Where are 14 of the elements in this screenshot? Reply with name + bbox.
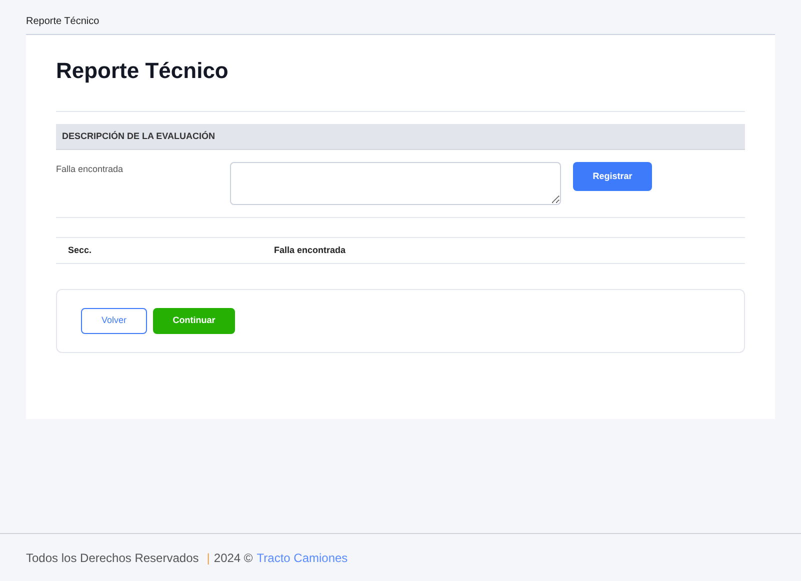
rights-text: Todos los Derechos Reservados bbox=[26, 550, 199, 566]
separator: | bbox=[206, 550, 210, 566]
page-title: Reporte Técnico bbox=[56, 57, 230, 85]
fault-textarea[interactable] bbox=[230, 162, 561, 205]
breadcrumb: Reporte Técnico bbox=[26, 15, 100, 29]
year-text: 2024 © bbox=[214, 550, 253, 566]
back-button[interactable]: Volver bbox=[81, 308, 147, 334]
section-header: DESCRIPCIÓN DE LA EVALUACIÓN bbox=[56, 124, 745, 150]
company-link[interactable]: Tracto Camiones bbox=[256, 548, 348, 566]
column-header: Falla encontrada bbox=[274, 244, 346, 257]
column-header: Secc. bbox=[67, 244, 93, 257]
field-label: Falla encontrada bbox=[56, 163, 124, 176]
continue-button[interactable]: Continuar bbox=[153, 308, 235, 334]
register-button[interactable]: Registrar bbox=[573, 162, 652, 191]
